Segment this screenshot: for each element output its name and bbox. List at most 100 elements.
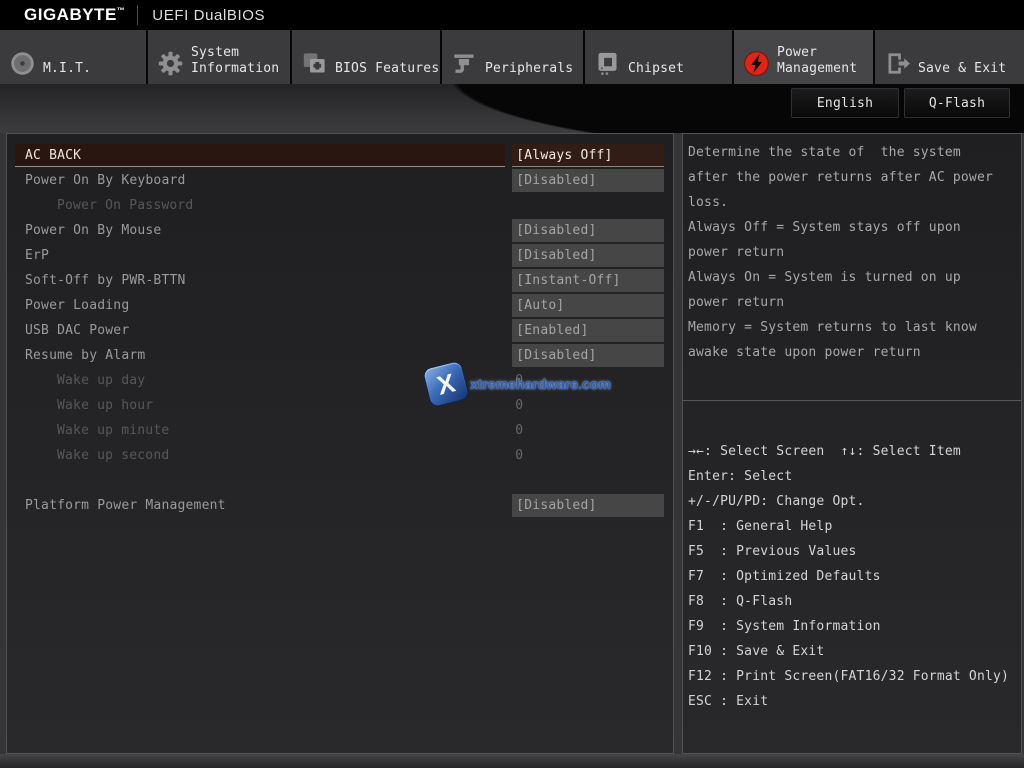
setting-label: Soft-Off by PWR-BTTN (15, 269, 505, 294)
setting-value[interactable]: [Disabled] (512, 169, 664, 192)
help-line: after the power returns after AC power (688, 165, 1017, 190)
setting-value[interactable]: [Enabled] (512, 319, 664, 342)
help-line: Always On = System is turned on up (688, 265, 1017, 290)
chipset-icon (594, 50, 621, 77)
key-legend-line: Enter: Select (688, 464, 1017, 489)
help-line: Always Off = System stays off upon (688, 215, 1017, 240)
key-legend-line: F9 : System Information (688, 614, 1017, 639)
setting-value[interactable]: [Instant-Off] (512, 269, 664, 292)
setting-label: Power On Password (15, 194, 505, 219)
peripherals-icon (451, 50, 478, 77)
setting-row-erp[interactable]: ErP [Disabled] (15, 244, 664, 269)
setting-value: 0 (512, 394, 664, 417)
tab-system-information[interactable]: System Information (148, 30, 290, 84)
tab-label: Save & Exit (918, 61, 1006, 77)
setting-value[interactable]: [Auto] (512, 294, 664, 317)
key-legend: →←: Select Screen ↑↓: Select Item Enter:… (683, 401, 1021, 714)
setting-label: AC BACK (15, 144, 505, 167)
tab-chipset[interactable]: Chipset (585, 30, 732, 84)
key-legend-line: F7 : Optimized Defaults (688, 564, 1017, 589)
help-line: power return (688, 240, 1017, 265)
setting-row-power-loading[interactable]: Power Loading [Auto] (15, 294, 664, 319)
row-gap (505, 444, 512, 469)
setting-label: Wake up day (15, 369, 505, 394)
help-line: power return (688, 290, 1017, 315)
row-gap (505, 294, 512, 319)
row-gap (505, 169, 512, 194)
help-line: Determine the state of the system (688, 140, 1017, 165)
setting-row-platform-power-management[interactable]: Platform Power Management [Disabled] (15, 494, 664, 519)
setting-row-power-on-mouse[interactable]: Power On By Mouse [Disabled] (15, 219, 664, 244)
row-gap (505, 369, 512, 394)
tab-save-exit[interactable]: Save & Exit (875, 30, 1024, 84)
row-gap (505, 494, 512, 519)
setting-row-wake-up-second: Wake up second 0 (15, 444, 664, 469)
row-gap (505, 319, 512, 344)
key-legend-line: F5 : Previous Values (688, 539, 1017, 564)
row-gap (505, 269, 512, 294)
help-panel: Determine the state of the system after … (682, 133, 1022, 754)
setting-label: ErP (15, 244, 505, 269)
logo-divider (137, 5, 138, 25)
tab-mit[interactable]: M.I.T. (0, 30, 146, 84)
setting-value[interactable]: [Disabled] (512, 494, 664, 517)
setting-value: 0 (512, 369, 664, 392)
setting-row-wake-up-day: Wake up day 0 (15, 369, 664, 394)
setting-value[interactable]: [Always Off] (512, 144, 664, 167)
tab-label: Peripherals (485, 61, 573, 77)
setting-value: 0 (512, 444, 664, 467)
help-line: Memory = System returns to last know (688, 315, 1017, 340)
tab-power-management[interactable]: Power Management (734, 30, 873, 84)
tab-label: System Information (191, 45, 290, 77)
gear-icon (157, 50, 184, 77)
setting-value[interactable]: [Disabled] (512, 244, 664, 267)
tab-peripherals[interactable]: Peripherals (442, 30, 583, 84)
row-spacer (7, 469, 673, 494)
settings-panel: AC BACK [Always Off] Power On By Keyboar… (6, 133, 674, 754)
setting-label: USB DAC Power (15, 319, 505, 344)
tab-label: BIOS Features (335, 61, 439, 77)
setting-value: 0 (512, 419, 664, 442)
uefi-bios-screen: GIGABYTE™ UEFI DualBIOS M.I.T. System In… (0, 0, 1024, 768)
folder-plus-icon (301, 50, 328, 77)
setting-row-resume-by-alarm[interactable]: Resume by Alarm [Disabled] (15, 344, 664, 369)
mit-dial-icon (9, 50, 36, 77)
row-gap (505, 219, 512, 244)
key-legend-line: F12 : Print Screen(FAT16/32 Format Only) (688, 664, 1017, 689)
setting-value (512, 194, 664, 217)
key-legend-line: F1 : General Help (688, 514, 1017, 539)
language-button[interactable]: English (791, 88, 899, 118)
tab-label: M.I.T. (43, 61, 91, 77)
help-line: awake state upon power return (688, 340, 1017, 365)
setting-label: Wake up second (15, 444, 505, 469)
setting-label: Power On By Mouse (15, 219, 505, 244)
top-bar: GIGABYTE™ UEFI DualBIOS (0, 0, 1024, 30)
setting-row-ac-back[interactable]: AC BACK [Always Off] (15, 144, 664, 169)
setting-label: Platform Power Management (15, 494, 505, 519)
firmware-title: UEFI DualBIOS (152, 7, 265, 24)
tab-bar: M.I.T. System Information BIOS Features … (0, 30, 1024, 84)
setting-value[interactable]: [Disabled] (512, 344, 664, 367)
row-gap (505, 144, 512, 169)
item-help-text: Determine the state of the system after … (683, 134, 1021, 400)
setting-label: Power On By Keyboard (15, 169, 505, 194)
setting-row-usb-dac-power[interactable]: USB DAC Power [Enabled] (15, 319, 664, 344)
row-gap (505, 394, 512, 419)
tab-label: Chipset (628, 61, 684, 77)
tab-bios-features[interactable]: BIOS Features (292, 30, 440, 84)
key-legend-line: ESC : Exit (688, 689, 1017, 714)
qflash-button[interactable]: Q-Flash (904, 88, 1010, 118)
row-gap (505, 344, 512, 369)
setting-value[interactable]: [Disabled] (512, 219, 664, 242)
row-gap (505, 194, 512, 219)
key-legend-line: +/-/PU/PD: Change Opt. (688, 489, 1017, 514)
key-legend-line: F8 : Q-Flash (688, 589, 1017, 614)
help-line: loss. (688, 190, 1017, 215)
setting-row-power-on-password: Power On Password (15, 194, 664, 219)
setting-row-wake-up-hour: Wake up hour 0 (15, 394, 664, 419)
setting-row-soft-off-pwr-bttn[interactable]: Soft-Off by PWR-BTTN [Instant-Off] (15, 269, 664, 294)
key-legend-line: F10 : Save & Exit (688, 639, 1017, 664)
setting-label: Power Loading (15, 294, 505, 319)
bottom-strip (0, 754, 1024, 768)
setting-row-power-on-keyboard[interactable]: Power On By Keyboard [Disabled] (15, 169, 664, 194)
